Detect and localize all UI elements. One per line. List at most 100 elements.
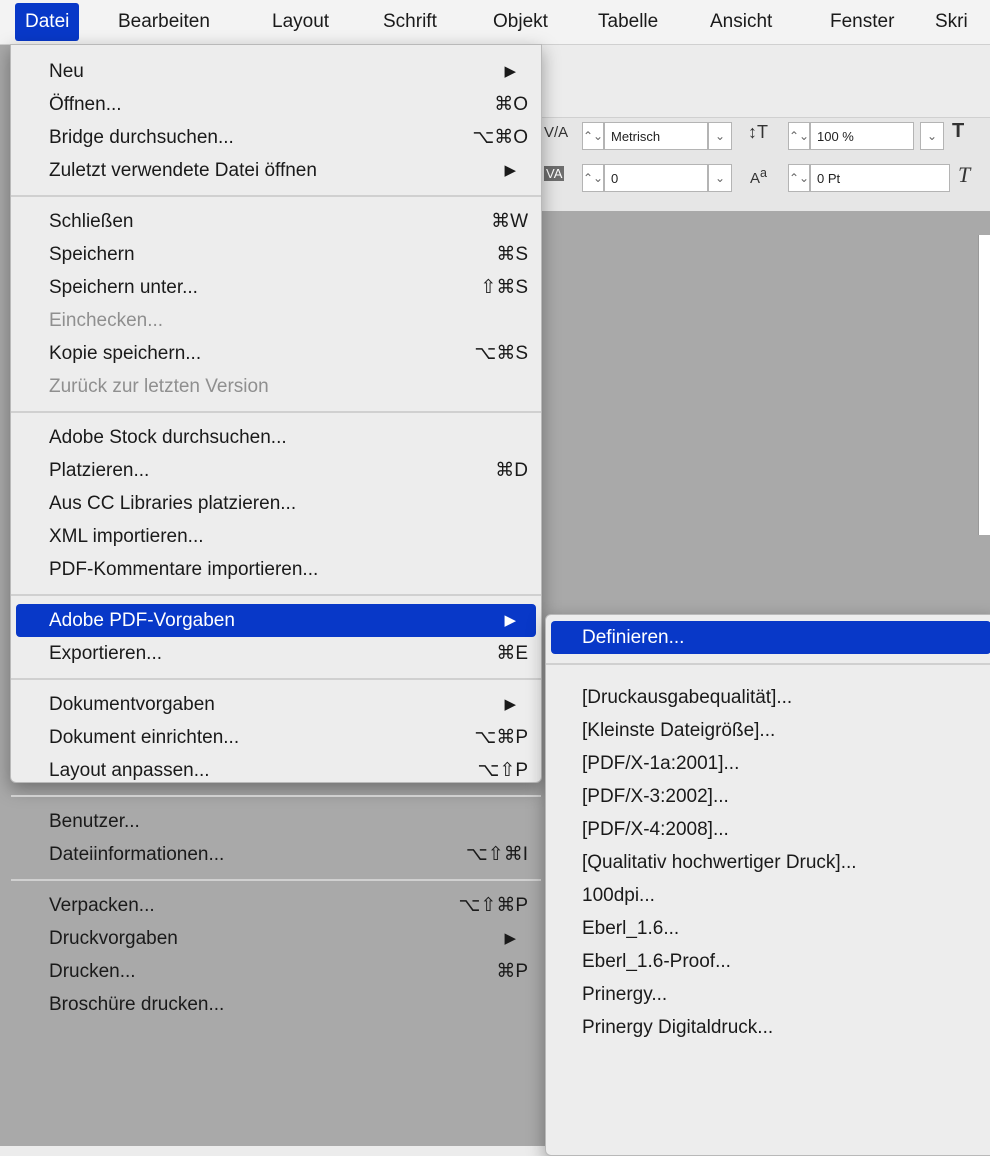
file-menu-item[interactable]: Platzieren... ⌘D [16,454,536,487]
menu-item-label: Adobe Stock durchsuchen... [49,427,287,448]
menu-item-label: [Druckausgabequalität]... [582,687,793,708]
menu-item-label: 100dpi... [582,885,655,906]
menu-bar: Datei Bearbeiten Layout Schrift Objekt T… [0,0,990,45]
menu-item-label: Speichern [49,244,135,265]
pdf-preset-item[interactable]: [Kleinste Dateigröße]... [551,714,990,747]
menu-item-shortcut: ⌘D [495,460,528,481]
kerning-dropdown[interactable]: ⌄ [708,164,732,192]
skew-icon: T [958,162,971,187]
file-menu-item[interactable]: Dateiinformationen... ⌥⇧⌘I [16,838,536,871]
kerning-stepper[interactable]: ⌃⌄ [582,164,604,192]
menu-item-label: Platzieren... [49,460,150,481]
submenu-arrow-icon: ▶ [504,63,516,80]
pdf-preset-item[interactable]: Eberl_1.6... [551,912,990,945]
file-menu-item[interactable]: Speichern unter... ⇧⌘S [16,271,536,304]
file-menu-item[interactable]: Aus CC Libraries platzieren... [16,487,536,520]
menu-item-label: Schließen [49,211,134,232]
file-menu-item[interactable]: Neu ▶ [16,55,536,88]
pdf-preset-item[interactable]: Eberl_1.6-Proof... [551,945,990,978]
menu-item-label: Eberl_1.6-Proof... [582,951,731,972]
pdf-preset-item[interactable]: [Qualitativ hochwertiger Druck]... [551,846,990,879]
menu-tabelle[interactable]: Tabelle [598,0,658,44]
file-menu-item[interactable]: Speichern ⌘S [16,238,536,271]
kerning-field[interactable]: 0 [604,164,708,192]
scale-stepper[interactable]: ⌃⌄ [788,122,810,150]
pdf-preset-item[interactable]: [Druckausgabequalität]... [551,681,990,714]
menu-fenster[interactable]: Fenster [830,0,894,44]
menu-ansicht[interactable]: Ansicht [710,0,772,44]
pdf-preset-item[interactable]: 100dpi... [551,879,990,912]
file-menu-item[interactable]: PDF-Kommentare importieren... [16,553,536,586]
menu-item-label: Drucken... [49,961,136,982]
menu-objekt[interactable]: Objekt [493,0,548,44]
menu-item-label: Exportieren... [49,643,162,664]
menu-item-shortcut: ⌥⌘P [474,727,528,748]
menu-item-label: Neu [49,61,84,82]
baseline-field[interactable]: 0 Pt [810,164,950,192]
menu-item-shortcut: ⇧⌘S [480,277,528,298]
menu-schrift[interactable]: Schrift [383,0,437,44]
menu-item-shortcut: ⌥⇧P [477,760,529,781]
scale-dropdown[interactable]: ⌄ [920,122,944,150]
pdf-preset-item[interactable]: [PDF/X-3:2002]... [551,780,990,813]
menu-skript[interactable]: Skri [935,0,968,44]
vertical-scale-icon: ↕T [748,122,768,142]
menu-item-label: Dokumentvorgaben [49,694,215,715]
menu-item-shortcut: ⌘S [496,244,528,265]
menu-separator [546,663,990,665]
define-presets-item[interactable]: Definieren... [551,621,990,654]
menu-item-label: Adobe PDF-Vorgaben [49,610,235,631]
menu-item-label: Einchecken... [49,310,164,331]
baseline-shift-icon: Aa [750,166,767,187]
file-menu-item[interactable]: Dokument einrichten... ⌥⌘P [16,721,536,754]
menu-item-label: Zuletzt verwendete Datei öffnen [49,160,317,181]
tracking-icon: V/A [544,124,569,141]
menu-datei[interactable]: Datei [15,3,80,41]
file-menu-item[interactable]: Dokumentvorgaben ▶ [16,688,536,721]
baseline-stepper[interactable]: ⌃⌄ [788,164,810,192]
file-menu-item[interactable]: Adobe Stock durchsuchen... [16,421,536,454]
control-panel: V/A ⌃⌄ Metrisch ⌄ ↕T ⌃⌄ 100 % ⌄ T VA ⌃⌄ … [540,45,990,211]
pdf-preset-item[interactable]: Prinergy Digitaldruck... [551,1011,990,1044]
file-menu-item[interactable]: Kopie speichern... ⌥⌘S [16,337,536,370]
menu-separator [11,678,541,680]
file-menu-item[interactable]: Bridge durchsuchen... ⌥⌘O [16,121,536,154]
file-menu-item[interactable]: Adobe PDF-Vorgaben ▶ [16,604,536,637]
tracking-field[interactable]: Metrisch [604,122,708,150]
menu-item-shortcut: ⌥⌘S [474,343,528,364]
file-menu-item[interactable]: Benutzer... [16,805,536,838]
file-menu-item[interactable]: Verpacken... ⌥⇧⌘P [16,889,536,922]
tracking-stepper[interactable]: ⌃⌄ [582,122,604,150]
file-menu-item[interactable]: Öffnen... ⌘O [16,88,536,121]
menu-item-label: Bridge durchsuchen... [49,127,234,148]
pdf-preset-item[interactable]: [PDF/X-1a:2001]... [551,747,990,780]
pdf-preset-item[interactable]: Prinergy... [551,978,990,1011]
file-menu-item[interactable]: Broschüre drucken... [16,988,536,1021]
file-menu-item[interactable]: Zuletzt verwendete Datei öffnen ▶ [16,154,536,187]
menu-bearbeiten[interactable]: Bearbeiten [118,0,210,44]
menu-item-shortcut: ⌘W [491,211,528,232]
menu-item-label: Layout anpassen... [49,760,210,781]
file-menu-item[interactable]: Schließen ⌘W [16,205,536,238]
scale-field[interactable]: 100 % [810,122,914,150]
submenu-arrow-icon: ▶ [504,930,516,947]
menu-item-label: Prinergy Digitaldruck... [582,1017,774,1038]
menu-item-shortcut: ⌘E [496,643,528,664]
menu-separator [11,879,541,881]
menu-item-label: Dateiinformationen... [49,844,225,865]
file-menu-item[interactable]: Layout anpassen... ⌥⇧P [16,754,536,787]
file-menu-item[interactable]: Drucken... ⌘P [16,955,536,988]
menu-item-label: Benutzer... [49,811,140,832]
pdf-preset-item[interactable]: [PDF/X-4:2008]... [551,813,990,846]
menu-layout[interactable]: Layout [272,0,329,44]
tracking-dropdown[interactable]: ⌄ [708,122,732,150]
pdf-presets-submenu: Definieren... [Druckausgabequalität]... [K… [545,614,990,1156]
menu-item-label: Öffnen... [49,94,122,115]
file-menu-item[interactable]: Exportieren... ⌘E [16,637,536,670]
menu-item-shortcut: ⌥⌘O [472,127,528,148]
file-menu-item[interactable]: Druckvorgaben ▶ [16,922,536,955]
file-menu: Neu ▶ Öffnen... ⌘O Bridge durchsuchen... ⌥⌘O Z… [10,44,542,1015]
menu-item-label: [Qualitativ hochwertiger Druck]... [582,852,857,873]
file-menu-item[interactable]: XML importieren... [16,520,536,553]
horizontal-scale-icon: T [952,120,965,142]
